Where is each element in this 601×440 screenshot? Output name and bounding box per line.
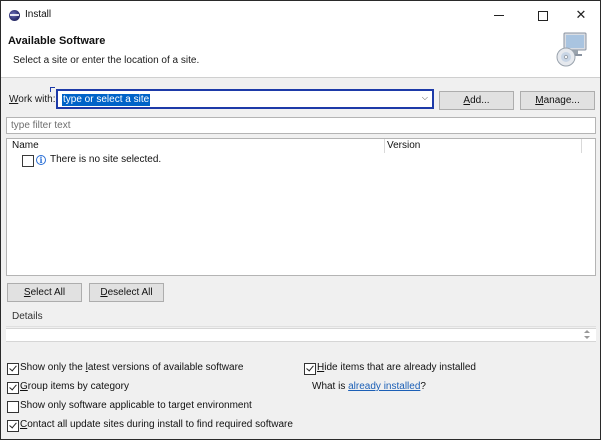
group-by-category-checkbox[interactable] [7,382,19,394]
row-checkbox[interactable] [22,155,34,167]
group-text: roup items by category [27,381,129,392]
target-environment-checkbox[interactable] [7,401,19,413]
deselect-all-label: eselect All [107,287,153,298]
add-label: dd... [470,95,490,106]
filter-input[interactable]: type filter text [6,117,596,134]
show-latest-checkbox[interactable] [7,363,19,375]
close-icon: ✕ [575,7,587,22]
select-all-button[interactable]: Select All [7,283,82,302]
maximize-button[interactable] [523,1,563,29]
show-latest-text-a: Show only the [20,362,86,373]
column-divider [384,139,385,153]
work-with-combo[interactable]: type or select a site ⌵ [56,89,434,109]
details-divider [6,326,596,327]
work-with-label-text: ork with: [18,94,56,105]
column-header-version[interactable]: Version [387,139,420,153]
empty-message: There is no site selected. [50,154,162,165]
already-installed-link[interactable]: already installed [348,381,420,392]
manage-mnemonic: M [535,95,544,106]
scroll-arrows-icon[interactable] [584,330,590,340]
details-label: Details [12,311,43,322]
work-with-mnemonic: W [9,94,19,105]
what-is-installed-text: What is already installed? [312,381,426,392]
select-all-mnemonic: S [23,287,31,298]
details-area[interactable] [6,328,596,342]
column-divider [581,139,582,153]
minimize-button[interactable] [479,1,519,29]
header-banner: Available Software Select a site or ente… [1,29,600,77]
show-latest-label: Show only the latest versions of availab… [20,362,243,373]
contact-text: ontact all update sites during install t… [27,419,293,430]
info-icon: i [36,155,46,165]
eclipse-logo-icon [9,10,20,21]
content-assist-marker [50,87,55,92]
deselect-all-button[interactable]: Deselect All [89,283,164,302]
group-mnemonic: G [20,381,28,392]
page-description: Select a site or enter the location of a… [13,55,200,66]
install-software-icon [556,32,587,67]
deselect-all-mnemonic: D [100,287,108,298]
manage-sites-button[interactable]: Manage... [520,91,595,110]
title-bar: Install ✕ [1,1,600,29]
work-with-label: Work with: [9,94,56,105]
what-is-suffix: ? [420,381,426,392]
hide-installed-checkbox[interactable] [304,363,316,375]
maximize-icon [538,10,548,21]
work-with-input[interactable]: type or select a site [62,94,151,106]
hide-installed-label: Hide items that are already installed [317,362,476,373]
install-dialog: Install ✕ Available Software Select a si… [0,0,601,440]
hide-text: ide items that are already installed [324,362,476,373]
close-button[interactable]: ✕ [561,1,601,29]
software-table: Name Version i There is no site selected… [6,138,596,276]
chevron-down-icon[interactable]: ⌵ [422,93,428,103]
window-title: Install [25,9,52,20]
banner-divider [1,77,600,78]
group-by-category-label: Group items by category [20,381,129,392]
contact-sites-checkbox[interactable] [7,420,19,432]
add-site-button[interactable]: Add... [439,91,514,110]
contact-sites-label: Contact all update sites during install … [20,419,293,430]
column-header-name[interactable]: Name [12,139,39,153]
page-title: Available Software [8,35,106,47]
select-all-label: elect All [30,287,66,298]
minimize-icon [494,15,504,17]
what-is-prefix: What is [312,381,349,392]
show-latest-text-b: atest versions of available software [87,362,244,373]
target-environment-label: Show only software applicable to target … [20,400,252,411]
manage-label: anage... [543,95,580,106]
